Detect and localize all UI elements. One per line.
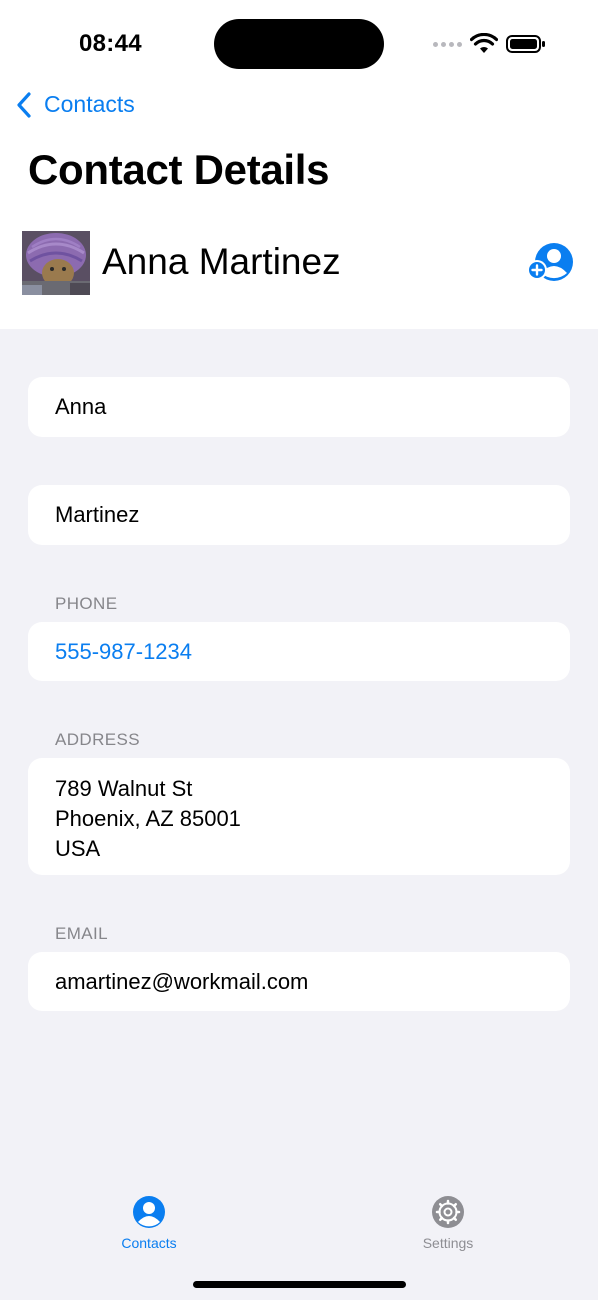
tab-contacts[interactable]: Contacts	[89, 1196, 209, 1251]
dynamic-island	[214, 19, 384, 69]
home-indicator	[193, 1281, 406, 1288]
status-time: 08:44	[79, 30, 142, 57]
first-name-value: Anna	[55, 394, 107, 419]
address-line-1: 789 Walnut St	[55, 776, 193, 801]
phone-section-header: PHONE	[55, 594, 118, 613]
address-field[interactable]: 789 Walnut St Phoenix, AZ 85001 USA	[28, 758, 570, 875]
person-add-icon	[527, 243, 573, 281]
cellular-signal-icon	[433, 41, 462, 47]
screen: 08:44 Contacts Contact Details Anna Mart…	[0, 0, 598, 1300]
tab-settings-label: Settings	[422, 1235, 474, 1251]
status-icons	[433, 32, 546, 56]
first-name-field[interactable]: Anna	[28, 377, 570, 437]
contact-name: Anna Martinez	[102, 241, 341, 282]
gear-icon	[432, 1196, 464, 1228]
tab-settings[interactable]: Settings	[388, 1196, 508, 1251]
address-section-header: ADDRESS	[55, 730, 140, 749]
contact-photo	[22, 231, 90, 295]
email-field[interactable]: amartinez@workmail.com	[28, 952, 570, 1011]
person-circle-icon	[133, 1196, 165, 1228]
back-button-label: Contacts	[44, 91, 135, 117]
battery-icon	[506, 35, 545, 53]
last-name-field[interactable]: Martinez	[28, 485, 570, 545]
back-button[interactable]: Contacts	[16, 91, 135, 118]
phone-value: 555-987-1234	[55, 638, 193, 664]
wifi-icon	[470, 33, 498, 53]
chevron-left-icon	[17, 91, 31, 118]
tab-contacts-label: Contacts	[121, 1235, 177, 1251]
email-value: amartinez@workmail.com	[55, 968, 309, 994]
add-to-contacts-button[interactable]	[526, 242, 574, 282]
page-title: Contact Details	[28, 146, 330, 193]
avatar	[22, 231, 90, 295]
email-section-header: EMAIL	[55, 924, 109, 943]
phone-field[interactable]: 555-987-1234	[28, 622, 570, 681]
address-line-2: Phoenix, AZ 85001	[55, 806, 241, 831]
address-line-3: USA	[55, 836, 101, 861]
last-name-value: Martinez	[55, 502, 140, 527]
